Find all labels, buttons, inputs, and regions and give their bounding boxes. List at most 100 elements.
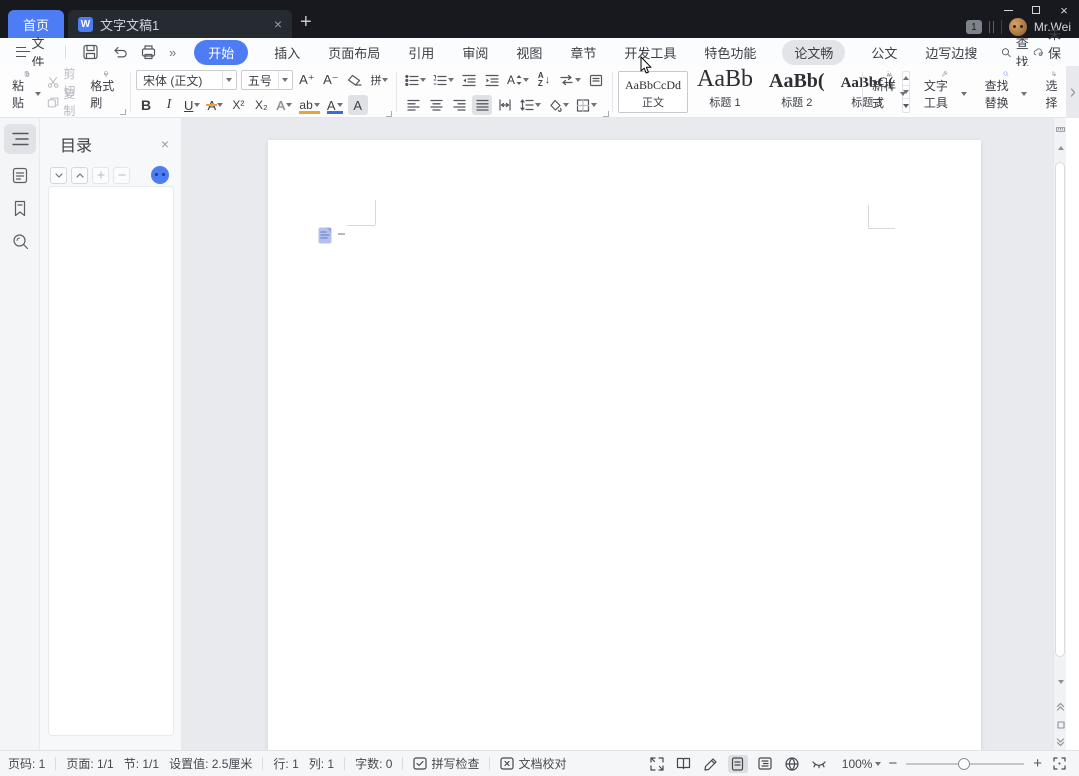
paragraph-layout-button[interactable] xyxy=(586,70,606,90)
paste-button[interactable]: 粘贴 xyxy=(8,69,45,113)
tab-page-layout[interactable]: 页面布局 xyxy=(326,40,382,65)
sidebar-item-outline[interactable] xyxy=(4,124,36,154)
align-left-button[interactable] xyxy=(403,95,423,115)
distribute-button[interactable] xyxy=(495,95,515,115)
scrollbar-thumb[interactable] xyxy=(1055,162,1065,657)
find-replace-button[interactable]: 查找替换 xyxy=(981,69,1032,113)
select-button[interactable]: 选择 xyxy=(1041,69,1066,113)
new-tab-button[interactable]: + xyxy=(300,12,312,32)
justify-button[interactable] xyxy=(472,95,492,115)
tab-official-doc[interactable]: 公文 xyxy=(869,40,899,65)
scroll-down-button[interactable] xyxy=(1056,680,1065,684)
clipboard-dialog-launcher[interactable] xyxy=(120,109,126,115)
align-right-button[interactable] xyxy=(449,95,469,115)
document-canvas[interactable] xyxy=(182,118,1066,750)
font-name-combo[interactable]: 宋体 (正文) xyxy=(136,70,237,90)
borders-button[interactable] xyxy=(574,95,599,115)
increase-indent-button[interactable] xyxy=(482,70,502,90)
subscript-button[interactable]: X₂ xyxy=(251,95,271,115)
status-section[interactable]: 节: 1/1 xyxy=(124,755,159,772)
paragraph-dialog-launcher[interactable] xyxy=(603,111,609,117)
style-normal[interactable]: AaBbCcDd 正文 xyxy=(618,71,688,113)
tab-write-search[interactable]: 边写边搜 xyxy=(923,40,979,65)
maximize-button[interactable] xyxy=(1029,4,1043,16)
strikethrough-button[interactable]: A xyxy=(205,95,225,115)
ribbon-expand-strip[interactable] xyxy=(1066,66,1079,118)
tab-home[interactable]: 开始 xyxy=(194,40,248,65)
minimize-button[interactable] xyxy=(1001,4,1015,16)
sidebar-item-search[interactable] xyxy=(4,226,36,256)
zoom-in-button[interactable]: + xyxy=(1033,755,1042,772)
status-page-number[interactable]: 页码: 1 xyxy=(8,755,45,772)
smart-toc-toggle[interactable] xyxy=(151,166,169,184)
best-fit-button[interactable] xyxy=(1049,755,1069,773)
sort-button[interactable]: AZ↓ xyxy=(534,70,554,90)
status-pages[interactable]: 页面: 1/1 xyxy=(66,755,113,772)
style-heading1[interactable]: AaBb 标题 1 xyxy=(690,71,760,113)
italic-button[interactable]: I xyxy=(159,95,179,115)
text-effect-button[interactable]: A xyxy=(274,95,294,115)
zoom-slider[interactable] xyxy=(906,757,1024,771)
task-count-badge[interactable]: 1 xyxy=(966,20,982,34)
char-scale-button[interactable]: A xyxy=(505,70,531,90)
tab-review[interactable]: 审阅 xyxy=(460,40,490,65)
highlight-color-button[interactable]: ab xyxy=(297,95,321,115)
tab-references[interactable]: 引用 xyxy=(406,40,436,65)
tab-close-icon[interactable]: × xyxy=(274,16,282,32)
text-tool-button[interactable]: 文字工具 xyxy=(920,69,971,113)
clear-format-button[interactable] xyxy=(345,70,365,90)
save-button[interactable] xyxy=(82,44,99,60)
document-page[interactable] xyxy=(268,140,981,750)
toc-collapse-button[interactable] xyxy=(71,167,88,184)
bullets-button[interactable] xyxy=(403,70,428,90)
toc-list[interactable] xyxy=(48,186,174,736)
new-style-button[interactable]: 新样式 xyxy=(868,69,910,113)
quick-access-overflow[interactable]: » xyxy=(169,45,176,60)
char-shading-button[interactable]: A xyxy=(348,95,368,115)
font-size-combo[interactable]: 五号 xyxy=(241,70,293,90)
tab-view[interactable]: 视图 xyxy=(514,40,544,65)
superscript-button[interactable]: X² xyxy=(228,95,248,115)
line-spacing-button[interactable] xyxy=(518,95,543,115)
style-heading2[interactable]: AaBb( 标题 2 xyxy=(762,71,832,113)
decrease-font-button[interactable]: A⁻ xyxy=(321,70,341,90)
tab-paper-tools[interactable]: 论文畅 xyxy=(782,40,845,65)
show-paragraph-marks-button[interactable] xyxy=(557,70,583,90)
font-color-button[interactable]: A xyxy=(325,95,345,115)
scroll-up-button[interactable] xyxy=(1056,146,1065,150)
next-page-button[interactable] xyxy=(1056,738,1065,747)
web-view-button[interactable] xyxy=(782,755,802,773)
status-margin-setting[interactable]: 设置值: 2.5厘米 xyxy=(169,755,252,772)
write-mode-button[interactable] xyxy=(701,755,721,773)
increase-font-button[interactable]: A⁺ xyxy=(297,70,317,90)
align-center-button[interactable] xyxy=(426,95,446,115)
spell-check-button[interactable]: 拼写检查 xyxy=(413,755,479,772)
outline-view-button[interactable] xyxy=(755,755,775,773)
eye-protect-button[interactable] xyxy=(809,755,829,773)
tab-insert[interactable]: 插入 xyxy=(272,40,302,65)
zoom-slider-handle[interactable] xyxy=(958,758,970,770)
font-dialog-launcher[interactable] xyxy=(386,111,392,117)
ruler-toggle-icon[interactable] xyxy=(1056,125,1065,133)
numbering-button[interactable] xyxy=(431,70,456,90)
tab-special-features[interactable]: 特色功能 xyxy=(702,40,758,65)
format-painter-button[interactable]: 格式刷 xyxy=(86,69,126,113)
print-button[interactable] xyxy=(140,44,157,60)
copy-button[interactable]: 复制 xyxy=(47,92,84,112)
undo-button[interactable] xyxy=(111,44,128,60)
status-word-count[interactable]: 字数: 0 xyxy=(355,755,392,772)
zoom-out-button[interactable]: − xyxy=(888,755,897,772)
toc-demote-button[interactable] xyxy=(113,167,130,184)
sidebar-item-annotation[interactable] xyxy=(4,160,36,190)
select-browse-object-button[interactable] xyxy=(1056,721,1065,729)
tab-section[interactable]: 章节 xyxy=(568,40,598,65)
decrease-indent-button[interactable] xyxy=(459,70,479,90)
toc-expand-button[interactable] xyxy=(50,167,67,184)
page-view-button[interactable] xyxy=(728,755,748,773)
sidebar-item-bookmark[interactable] xyxy=(4,193,36,223)
shading-button[interactable] xyxy=(546,95,571,115)
doc-proof-button[interactable]: 文档校对 xyxy=(500,755,566,772)
toc-promote-button[interactable] xyxy=(92,167,109,184)
zoom-level-button[interactable]: 100% xyxy=(842,757,882,771)
vertical-scrollbar[interactable] xyxy=(1053,118,1066,750)
